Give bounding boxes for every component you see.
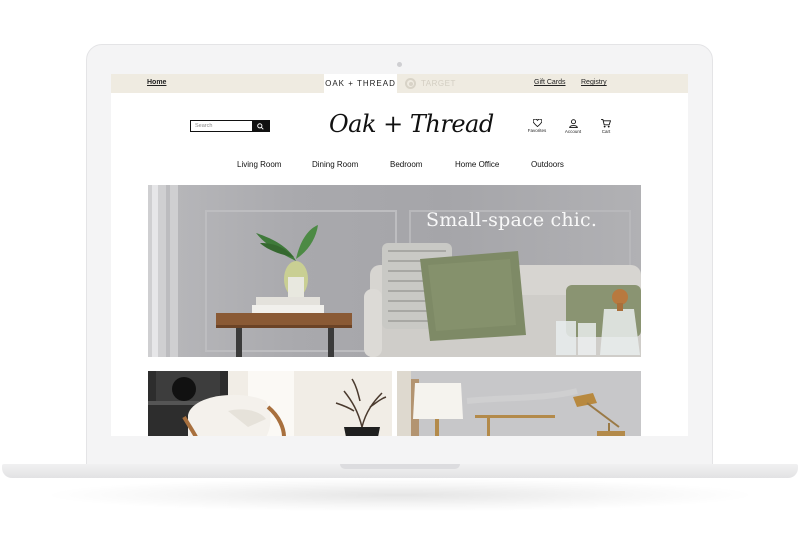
brand-tab-oak-thread[interactable]: OAK + THREAD [324, 74, 397, 93]
nav-outdoors[interactable]: Outdoors [531, 160, 564, 169]
laptop-base-notch [340, 464, 460, 469]
cart-label: Cart [601, 129, 611, 134]
tile-lamp-image [397, 371, 641, 436]
user-icon [568, 119, 578, 128]
site-logo[interactable]: Oak + Thread [329, 102, 494, 146]
nav-bedroom[interactable]: Bedroom [390, 160, 422, 169]
nav-living-room[interactable]: Living Room [237, 160, 281, 169]
target-icon [405, 78, 416, 89]
favorites-label: Favorites [527, 128, 547, 133]
search-form [190, 120, 270, 132]
target-tab-label: TARGET [421, 79, 456, 88]
laptop-screen: Home OAK + THREAD TARGET Gift Cards Regi… [111, 74, 688, 436]
nav-dining-room[interactable]: Dining Room [312, 160, 358, 169]
search-icon [257, 123, 264, 130]
favorites-button[interactable]: Favorites [522, 119, 552, 133]
nav-home-office[interactable]: Home Office [455, 160, 499, 169]
account-button[interactable]: Account [558, 119, 588, 134]
account-label: Account [564, 129, 582, 134]
webcam [397, 62, 402, 67]
home-link[interactable]: Home [147, 79, 166, 86]
promo-tile-lighting[interactable] [397, 371, 641, 436]
registry-link[interactable]: Registry [581, 79, 607, 86]
search-input[interactable] [191, 121, 253, 131]
search-button[interactable] [252, 121, 269, 131]
hero-headline: Small-space chic. [426, 209, 598, 231]
tile-chair-image [148, 371, 392, 436]
cart-button[interactable]: Cart [591, 119, 621, 134]
gift-cards-link[interactable]: Gift Cards [534, 79, 566, 86]
laptop-shadow [40, 478, 760, 512]
cart-icon [601, 119, 611, 128]
utility-bar: Home OAK + THREAD TARGET Gift Cards Regi… [111, 74, 688, 93]
promo-tile-chair[interactable] [148, 371, 392, 436]
heart-icon [532, 119, 542, 127]
hero-banner[interactable]: Small-space chic. [148, 185, 641, 357]
